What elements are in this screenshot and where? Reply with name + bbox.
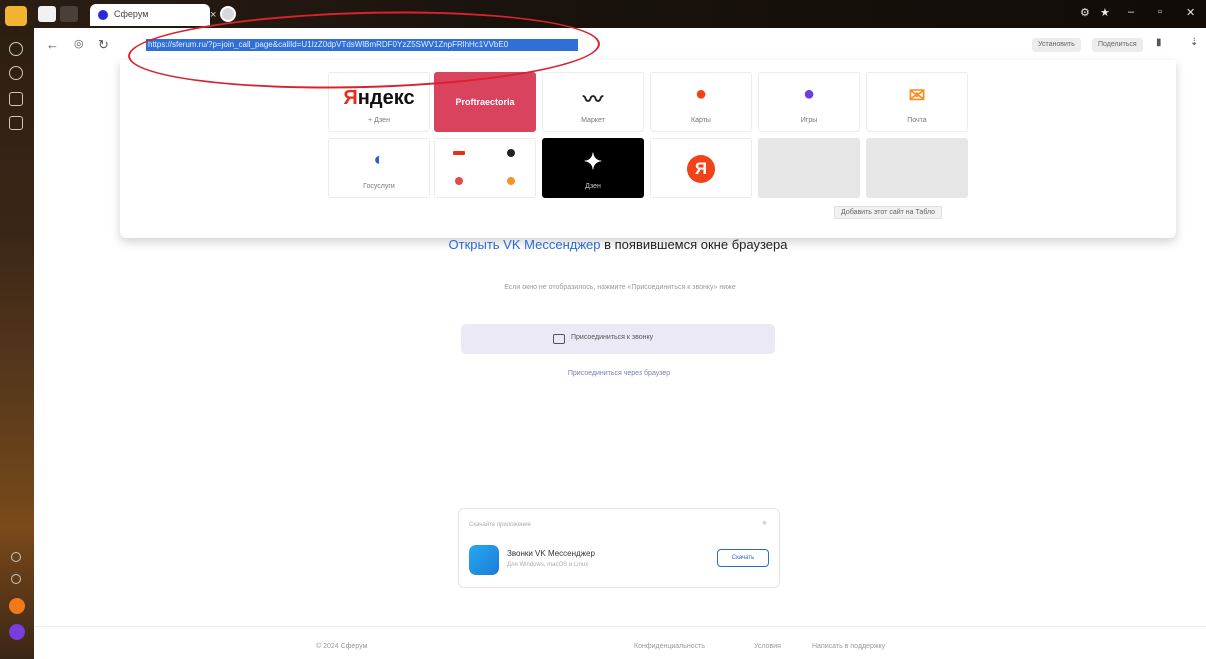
tile-gosuslugi[interactable]: ◐ Госуслуги xyxy=(328,138,430,198)
protect-icon[interactable]: ◎ xyxy=(74,37,84,50)
hint-text: Если окно не отобразилось, нажмите «Прис… xyxy=(504,284,736,291)
tile-yandex-search[interactable]: Я xyxy=(650,138,752,198)
copyright: © 2024 Сферум xyxy=(316,643,368,650)
app-card-header: Скачайте приложение xyxy=(469,522,531,528)
music-app-icon[interactable] xyxy=(9,598,25,614)
footer-link-privacy[interactable]: Конфиденциальность xyxy=(634,643,705,650)
browser-sidebar xyxy=(0,0,34,659)
camera-icon xyxy=(553,334,565,344)
folder-mini-icon xyxy=(455,177,463,185)
join-call-button[interactable]: Присоединиться к звонку xyxy=(461,324,775,354)
maximize-icon[interactable]: ▫ xyxy=(1158,6,1162,18)
tab-close-icon[interactable]: × xyxy=(210,9,216,21)
footer-link-support[interactable]: Написать в поддержку xyxy=(812,643,885,650)
bookmarks-icon[interactable]: ★ xyxy=(1100,6,1110,19)
add-to-tabloid-button[interactable]: Добавить этот сайт на Табло xyxy=(834,206,943,219)
app-name: Звонки VK Мессенджер xyxy=(507,549,595,558)
market-icon: 〰 xyxy=(583,89,603,111)
yandex-logo: Яндекс xyxy=(343,87,415,109)
bookmark-icon[interactable]: ▮ xyxy=(1156,37,1162,48)
gosuslugi-icon: ◐ xyxy=(373,149,385,169)
join-call-label: Присоединиться к звонку xyxy=(571,334,654,341)
pin-icon[interactable]: ⌖ xyxy=(762,518,767,529)
folder-mini-icon xyxy=(507,177,515,185)
tile-empty[interactable] xyxy=(866,138,968,198)
history-icon[interactable] xyxy=(9,42,23,56)
join-via-browser-link[interactable]: Присоединиться через браузер xyxy=(462,370,776,377)
games-icon: ● xyxy=(802,83,816,105)
tile-label: Маркет xyxy=(581,117,605,124)
tile-dzen[interactable]: ✦ Дзен xyxy=(542,138,644,198)
tab-title: Сферум xyxy=(114,9,149,19)
tile-games[interactable]: ● Игры xyxy=(758,72,860,132)
alice-app-icon[interactable] xyxy=(9,624,25,640)
vk-messenger-app-icon xyxy=(469,545,499,575)
install-button[interactable]: Установить xyxy=(1032,38,1081,52)
mail-icon: ✉ xyxy=(908,85,926,107)
tabs-menu-icon[interactable] xyxy=(38,6,56,22)
close-window-icon[interactable]: ✕ xyxy=(1186,6,1195,19)
reload-icon[interactable]: ↻ xyxy=(98,37,109,53)
download-app-button[interactable]: Скачать xyxy=(717,549,769,567)
download-icon[interactable]: ⇣ xyxy=(1190,37,1198,48)
page-title: Открыть VK Мессенджер в появившемся окне… xyxy=(440,236,796,254)
tile-label: Почта xyxy=(907,117,927,124)
alice-icon[interactable] xyxy=(9,66,23,80)
tile-title: Proftraectoria xyxy=(455,97,515,107)
open-vk-messenger-link[interactable]: Открыть VK Мессенджер xyxy=(449,237,601,252)
app-subtitle: Для Windows, macOS и Linux xyxy=(507,562,589,568)
collections-icon[interactable] xyxy=(9,92,23,106)
page-title-rest: в появившемся окне браузера xyxy=(600,237,788,252)
sferum-favicon-icon xyxy=(98,10,108,20)
tile-label: Дзен xyxy=(585,183,601,190)
maps-pin-icon: ● xyxy=(694,83,708,105)
tile-empty[interactable] xyxy=(758,138,860,198)
folder-mini-icon xyxy=(453,151,465,155)
dzen-star-icon: ✦ xyxy=(583,149,603,174)
tile-label: Карты xyxy=(691,117,711,124)
add-panel-icon[interactable] xyxy=(11,552,21,562)
tile-label: + Дзен xyxy=(368,117,390,124)
tab-strip: Сферум × ⚙ ★ – ▫ ✕ xyxy=(34,0,1206,28)
new-tab-button[interactable] xyxy=(220,6,236,22)
tile-label: Госуслуги xyxy=(363,183,395,190)
back-icon[interactable]: ← xyxy=(46,37,59,52)
tile-market[interactable]: 〰 Маркет xyxy=(542,72,644,132)
footer-link-terms[interactable]: Условия xyxy=(754,643,781,650)
share-button[interactable]: Поделиться xyxy=(1092,38,1143,52)
tab-sferum[interactable]: Сферум × xyxy=(90,4,216,26)
yandex-search-icon: Я xyxy=(687,155,715,183)
chat-icon[interactable] xyxy=(9,116,23,130)
folder-mini-icon xyxy=(507,149,515,157)
tile-folder[interactable] xyxy=(434,138,536,198)
browser-logo-icon[interactable] xyxy=(5,6,27,26)
tile-mail[interactable]: ✉ Почта xyxy=(866,72,968,132)
tab-previous[interactable] xyxy=(60,6,78,22)
tile-label: Игры xyxy=(800,117,818,124)
settings-icon[interactable] xyxy=(11,574,21,584)
downloads-icon[interactable]: ⚙ xyxy=(1080,6,1090,19)
minimize-icon[interactable]: – xyxy=(1128,6,1134,18)
app-download-card: Скачайте приложение ⌖ Звонки VK Мессендж… xyxy=(458,508,780,588)
page-footer: © 2024 Сферум Конфиденциальность Условия… xyxy=(34,626,1206,659)
tile-maps[interactable]: ● Карты xyxy=(650,72,752,132)
